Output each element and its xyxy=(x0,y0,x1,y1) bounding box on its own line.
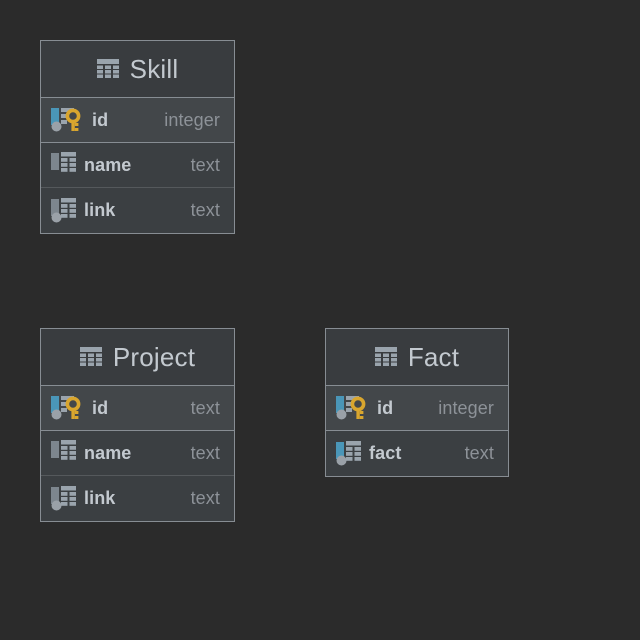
table-card-project[interactable]: Project id text name text link text xyxy=(40,328,235,522)
column-row[interactable]: name text xyxy=(41,431,234,476)
column-icon xyxy=(51,152,76,172)
table-title: Fact xyxy=(407,342,460,372)
primary-key-column-icon xyxy=(336,396,366,420)
table-header-fact[interactable]: Fact xyxy=(326,329,508,386)
table-title: Skill xyxy=(129,54,179,84)
table-grid-icon xyxy=(374,347,397,366)
column-type: integer xyxy=(164,109,220,130)
table-card-skill[interactable]: Skill id integer name text link text xyxy=(40,40,235,234)
column-row[interactable]: fact text xyxy=(326,431,508,476)
column-row[interactable]: id integer xyxy=(41,98,234,143)
column-name: link xyxy=(84,488,116,508)
table-title: Project xyxy=(112,342,196,372)
key-icon xyxy=(65,396,81,419)
column-type: text xyxy=(190,442,220,463)
column-row[interactable]: name text xyxy=(41,143,234,188)
column-row[interactable]: id text xyxy=(41,386,234,431)
table-grid-icon xyxy=(79,347,102,366)
diagram-canvas: Skill id integer name text link text Project id t… xyxy=(0,0,640,640)
primary-key-column-icon xyxy=(51,108,81,132)
column-name: id xyxy=(92,397,109,418)
table-grid-icon xyxy=(96,59,119,78)
key-icon xyxy=(350,396,366,419)
column-name: name xyxy=(84,154,132,175)
primary-key-column-icon xyxy=(51,396,81,420)
column-row[interactable]: link text xyxy=(41,188,234,233)
table-header-project[interactable]: Project xyxy=(41,329,234,386)
nullable-indexed-column-icon xyxy=(336,440,361,465)
table-header-skill[interactable]: Skill xyxy=(41,41,234,98)
nullable-column-icon xyxy=(51,485,76,510)
column-row[interactable]: id integer xyxy=(326,386,508,431)
column-name: id xyxy=(92,109,109,130)
nullable-column-icon xyxy=(51,197,76,222)
column-type: text xyxy=(190,154,220,175)
column-name: link xyxy=(84,200,116,220)
column-type: integer xyxy=(438,397,494,418)
column-type: text xyxy=(190,488,220,508)
column-row[interactable]: link text xyxy=(41,476,234,521)
column-name: fact xyxy=(369,443,402,463)
column-type: text xyxy=(190,200,220,220)
column-type: text xyxy=(464,443,494,463)
column-name: name xyxy=(84,442,132,463)
column-name: id xyxy=(377,397,394,418)
column-icon xyxy=(51,440,76,460)
key-icon xyxy=(65,108,81,131)
table-card-fact[interactable]: Fact id integer fact text xyxy=(325,328,509,477)
column-type: text xyxy=(190,397,220,418)
